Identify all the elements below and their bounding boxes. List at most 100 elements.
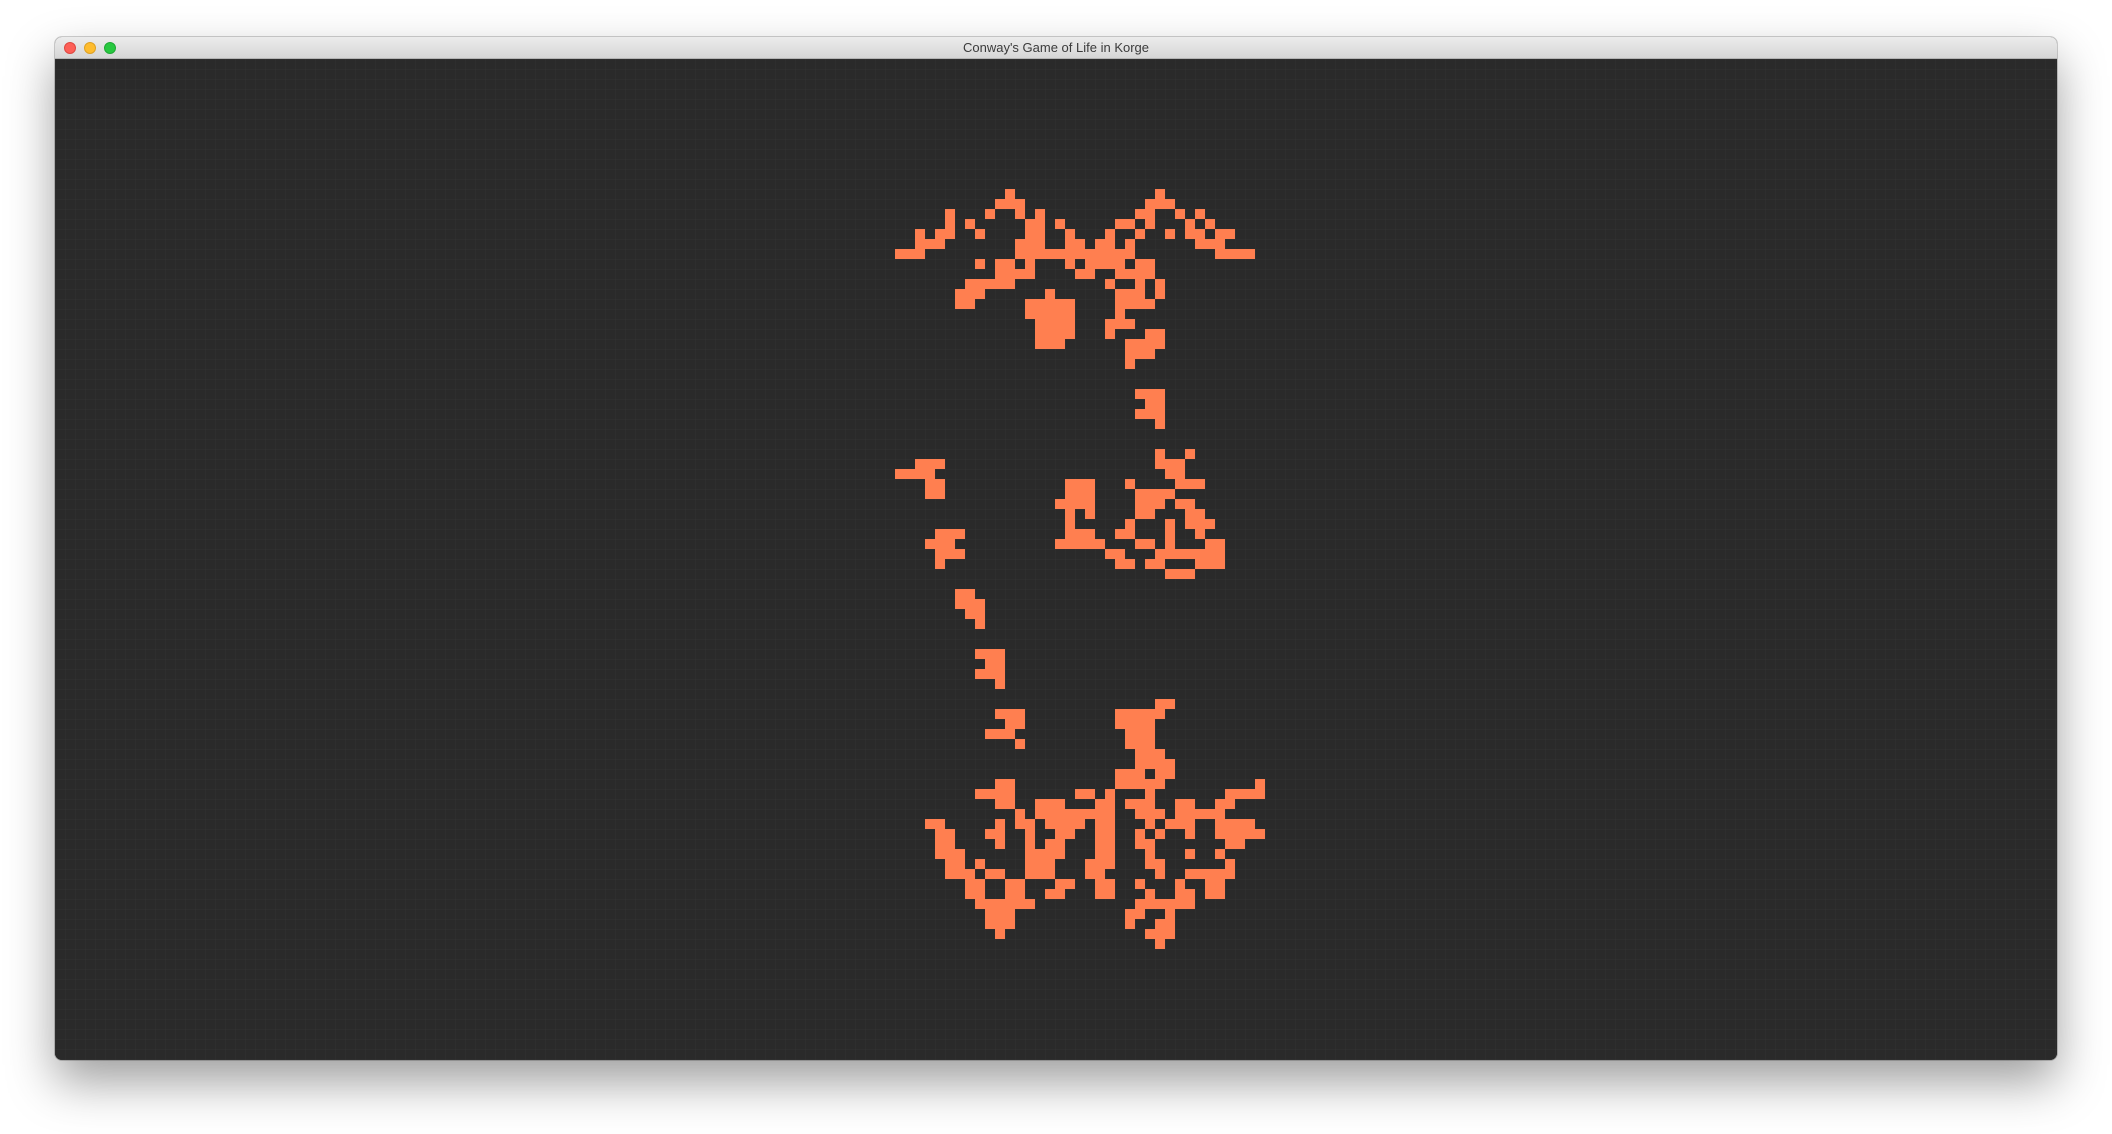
- live-cell[interactable]: [1005, 919, 1015, 929]
- live-cell[interactable]: [1045, 859, 1055, 869]
- live-cell[interactable]: [1245, 829, 1255, 839]
- live-cell[interactable]: [1155, 449, 1165, 459]
- live-cell[interactable]: [1125, 769, 1135, 779]
- live-cell[interactable]: [1005, 909, 1015, 919]
- live-cell[interactable]: [1115, 709, 1125, 719]
- live-cell[interactable]: [1125, 519, 1135, 529]
- live-cell[interactable]: [1185, 499, 1195, 509]
- live-cell[interactable]: [1105, 879, 1115, 889]
- live-cell[interactable]: [1055, 539, 1065, 549]
- live-cell[interactable]: [1215, 539, 1225, 549]
- live-cell[interactable]: [1095, 799, 1105, 809]
- live-cell[interactable]: [1125, 359, 1135, 369]
- live-cell[interactable]: [1155, 279, 1165, 289]
- live-cell[interactable]: [1115, 219, 1125, 229]
- live-cell[interactable]: [955, 859, 965, 869]
- live-cell[interactable]: [1085, 539, 1095, 549]
- live-cell[interactable]: [1215, 239, 1225, 249]
- live-cell[interactable]: [1175, 209, 1185, 219]
- live-cell[interactable]: [1065, 239, 1075, 249]
- live-cell[interactable]: [1015, 709, 1025, 719]
- live-cell[interactable]: [925, 489, 935, 499]
- game-board[interactable]: [55, 59, 2057, 1060]
- live-cell[interactable]: [995, 199, 1005, 209]
- live-cell[interactable]: [1005, 799, 1015, 809]
- live-cell[interactable]: [1065, 829, 1075, 839]
- live-cell[interactable]: [1065, 309, 1075, 319]
- live-cell[interactable]: [1145, 839, 1155, 849]
- live-cell[interactable]: [1145, 709, 1155, 719]
- live-cell[interactable]: [975, 899, 985, 909]
- live-cell[interactable]: [1025, 849, 1035, 859]
- live-cell[interactable]: [1125, 709, 1135, 719]
- live-cell[interactable]: [975, 259, 985, 269]
- live-cell[interactable]: [915, 459, 925, 469]
- live-cell[interactable]: [1035, 849, 1045, 859]
- live-cell[interactable]: [1215, 229, 1225, 239]
- live-cell[interactable]: [1165, 459, 1175, 469]
- live-cell[interactable]: [1115, 269, 1125, 279]
- live-cell[interactable]: [1185, 229, 1195, 239]
- live-cell[interactable]: [1235, 789, 1245, 799]
- live-cell[interactable]: [1105, 549, 1115, 559]
- live-cell[interactable]: [1195, 809, 1205, 819]
- live-cell[interactable]: [975, 619, 985, 629]
- live-cell[interactable]: [1035, 339, 1045, 349]
- live-cell[interactable]: [1035, 229, 1045, 239]
- live-cell[interactable]: [1165, 199, 1175, 209]
- live-cell[interactable]: [1095, 889, 1105, 899]
- live-cell[interactable]: [1005, 259, 1015, 269]
- live-cell[interactable]: [1105, 849, 1115, 859]
- live-cell[interactable]: [985, 829, 995, 839]
- live-cell[interactable]: [1145, 859, 1155, 869]
- title-bar[interactable]: Conway's Game of Life in Korge: [55, 37, 2057, 59]
- live-cell[interactable]: [995, 909, 1005, 919]
- live-cell[interactable]: [995, 279, 1005, 289]
- live-cell[interactable]: [1185, 549, 1195, 559]
- live-cell[interactable]: [1225, 859, 1235, 869]
- live-cell[interactable]: [1005, 779, 1015, 789]
- live-cell[interactable]: [995, 929, 1005, 939]
- live-cell[interactable]: [1085, 509, 1095, 519]
- live-cell[interactable]: [1025, 829, 1035, 839]
- live-cell[interactable]: [995, 649, 1005, 659]
- live-cell[interactable]: [955, 549, 965, 559]
- live-cell[interactable]: [1125, 249, 1135, 259]
- live-cell[interactable]: [1135, 259, 1145, 269]
- live-cell[interactable]: [1095, 849, 1105, 859]
- live-cell[interactable]: [1135, 489, 1145, 499]
- live-cell[interactable]: [945, 549, 955, 559]
- live-cell[interactable]: [1175, 879, 1185, 889]
- live-cell[interactable]: [1145, 729, 1155, 739]
- live-cell[interactable]: [1125, 239, 1135, 249]
- live-cell[interactable]: [1225, 819, 1235, 829]
- live-cell[interactable]: [965, 889, 975, 899]
- live-cell[interactable]: [1145, 719, 1155, 729]
- live-cell[interactable]: [1145, 339, 1155, 349]
- live-cell[interactable]: [995, 799, 1005, 809]
- live-cell[interactable]: [1125, 779, 1135, 789]
- live-cell[interactable]: [1065, 229, 1075, 239]
- live-cell[interactable]: [1145, 749, 1155, 759]
- live-cell[interactable]: [1015, 739, 1025, 749]
- live-cell[interactable]: [985, 649, 995, 659]
- live-cell[interactable]: [1085, 529, 1095, 539]
- live-cell[interactable]: [1215, 819, 1225, 829]
- live-cell[interactable]: [1215, 559, 1225, 569]
- live-cell[interactable]: [1155, 289, 1165, 299]
- live-cell[interactable]: [1055, 329, 1065, 339]
- live-cell[interactable]: [1125, 909, 1135, 919]
- live-cell[interactable]: [1185, 899, 1195, 909]
- live-cell[interactable]: [1155, 899, 1165, 909]
- live-cell[interactable]: [1145, 399, 1155, 409]
- live-cell[interactable]: [945, 849, 955, 859]
- live-cell[interactable]: [935, 529, 945, 539]
- live-cell[interactable]: [1145, 499, 1155, 509]
- live-cell[interactable]: [1005, 879, 1015, 889]
- live-cell[interactable]: [1135, 739, 1145, 749]
- live-cell[interactable]: [1165, 519, 1175, 529]
- live-cell[interactable]: [1165, 899, 1175, 909]
- live-cell[interactable]: [1145, 779, 1155, 789]
- live-cell[interactable]: [1155, 339, 1165, 349]
- live-cell[interactable]: [1185, 829, 1195, 839]
